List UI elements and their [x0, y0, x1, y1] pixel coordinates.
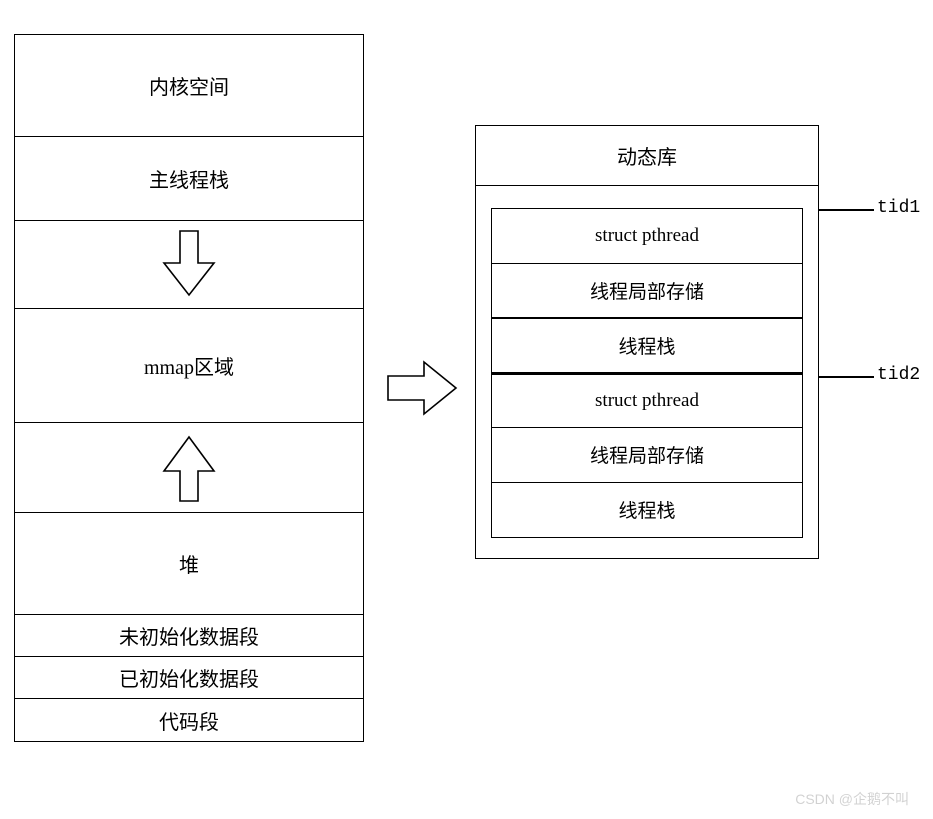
memory-row-mmap: mmap区域	[15, 309, 363, 423]
watermark-text: CSDN @企鹅不叫	[795, 789, 909, 809]
arrow-down-icon	[15, 221, 363, 309]
thread-row: struct pthread	[491, 208, 803, 264]
dynamic-library-body: struct pthread 线程局部存储 线程栈 struct pthread…	[476, 186, 818, 558]
thread-row: struct pthread	[491, 372, 803, 428]
memory-row-heap: 堆	[15, 513, 363, 615]
memory-row-main-stack: 主线程栈	[15, 137, 363, 221]
tid1-line	[818, 209, 874, 211]
diagram-canvas: 内核空间 主线程栈 mmap区域 堆 未初始化数据段 已初始化数据段 代码段 动…	[0, 0, 933, 819]
thread-row: 线程局部存储	[491, 263, 803, 319]
arrow-right-icon	[384, 356, 464, 425]
memory-row-kernel: 内核空间	[15, 35, 363, 137]
dynamic-library-header: 动态库	[476, 126, 818, 186]
memory-row-data: 已初始化数据段	[15, 657, 363, 699]
dynamic-library-box: 动态库 struct pthread 线程局部存储 线程栈 struct pth…	[475, 125, 819, 559]
memory-layout-box: 内核空间 主线程栈 mmap区域 堆 未初始化数据段 已初始化数据段 代码段	[14, 34, 364, 742]
thread-row: 线程栈	[491, 317, 803, 373]
thread-row: 线程局部存储	[491, 427, 803, 483]
tid2-line	[818, 376, 874, 378]
thread-row: 线程栈	[491, 482, 803, 538]
tid1-label: tid1	[877, 198, 920, 218]
tid2-label: tid2	[877, 365, 920, 385]
memory-row-text: 代码段	[15, 699, 363, 741]
memory-row-bss: 未初始化数据段	[15, 615, 363, 657]
arrow-up-icon	[15, 423, 363, 513]
